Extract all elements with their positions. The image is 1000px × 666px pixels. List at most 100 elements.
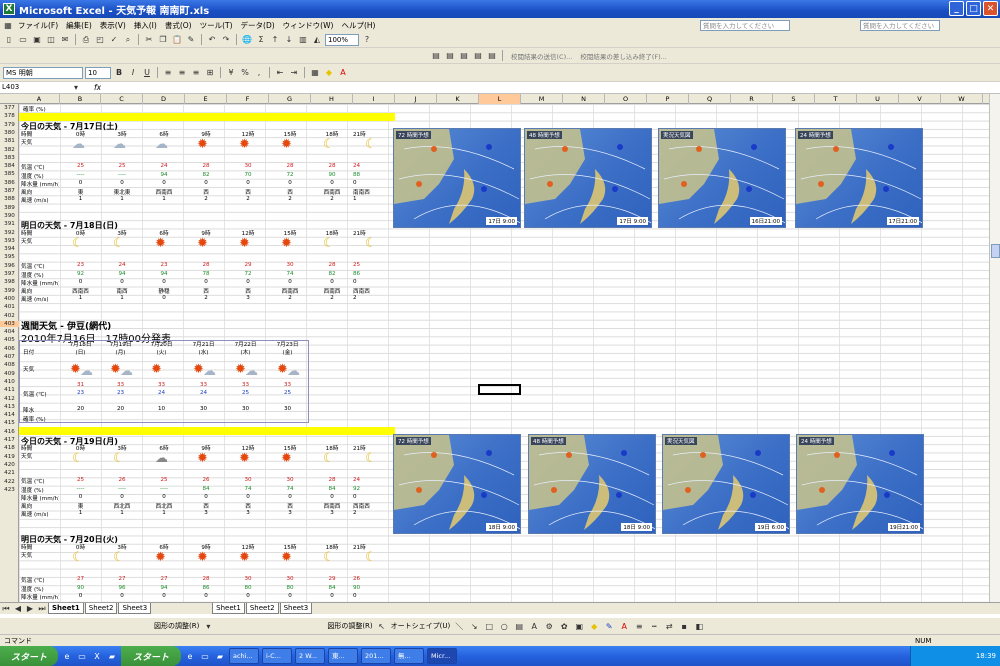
menu-insert[interactable]: 挿入(I): [130, 20, 161, 31]
font-color-icon[interactable]: A: [337, 67, 349, 79]
merge-center-icon[interactable]: ⊞: [204, 67, 216, 79]
row-header-405[interactable]: 405: [0, 337, 19, 343]
row-header-412[interactable]: 412: [0, 396, 19, 402]
row-header-399[interactable]: 399: [0, 288, 19, 294]
row-header-421[interactable]: 421: [0, 470, 19, 476]
row-header-386[interactable]: 386: [0, 180, 19, 186]
draw-arrow-icon[interactable]: ▾: [202, 620, 214, 632]
name-box-dropdown-icon[interactable]: ▾: [70, 82, 82, 93]
task-button-excel[interactable]: Micr...: [427, 648, 457, 664]
end-review-link[interactable]: 校閲結果の差し込み終了(F)...: [580, 51, 667, 61]
align-left-icon[interactable]: ≡: [162, 67, 174, 79]
autoshape-menu[interactable]: オートシェイプ(U): [391, 621, 451, 631]
col-header-a[interactable]: A: [19, 94, 60, 104]
scroll-thumb[interactable]: [991, 244, 1000, 258]
minimize-button[interactable]: _: [949, 1, 964, 16]
col-header-r[interactable]: R: [731, 94, 773, 104]
menu-edit[interactable]: 編集(E): [62, 20, 96, 31]
tab-sheet1[interactable]: Sheet1: [48, 603, 84, 614]
arrow-style-icon[interactable]: ⇄: [663, 620, 675, 632]
row-header-419[interactable]: 419: [0, 454, 19, 460]
indent-icon[interactable]: ⇤: [274, 67, 286, 79]
row-header-385[interactable]: 385: [0, 171, 19, 177]
row-header-397[interactable]: 397: [0, 271, 19, 277]
hyperlink-icon[interactable]: 🌐: [241, 34, 253, 46]
tab-first-icon[interactable]: ⏮: [0, 603, 12, 614]
menu-help[interactable]: ヘルプ(H): [337, 20, 379, 31]
row-header-408[interactable]: 408: [0, 362, 19, 368]
dash-style-icon[interactable]: ┅: [648, 620, 660, 632]
col-header-q[interactable]: Q: [689, 94, 731, 104]
tab-prev-icon[interactable]: ◀: [12, 603, 24, 614]
align-center-icon[interactable]: ≡: [176, 67, 188, 79]
paste-icon[interactable]: 📋: [171, 34, 183, 46]
task-button-5[interactable]: 201...: [361, 648, 391, 664]
row-header-404[interactable]: 404: [0, 329, 19, 335]
save-icon[interactable]: ▣: [31, 34, 43, 46]
row-header-384[interactable]: 384: [0, 163, 19, 169]
ie-quicklaunch-icon[interactable]: e: [61, 650, 73, 662]
chart-icon[interactable]: ▥: [297, 34, 309, 46]
line-color-icon[interactable]: ✎: [603, 620, 615, 632]
tab-sheet2-b[interactable]: Sheet2: [245, 603, 279, 614]
send-review-link[interactable]: 校閲結果の送信(C)...: [511, 51, 572, 61]
task-button-2[interactable]: i-C...: [262, 648, 292, 664]
row-header-389[interactable]: 389: [0, 205, 19, 211]
sort-desc-icon[interactable]: ↓: [283, 34, 295, 46]
oval-icon[interactable]: ○: [498, 620, 510, 632]
line-icon[interactable]: ＼: [453, 620, 465, 632]
task-button-3[interactable]: 2 W...: [295, 648, 325, 664]
name-box[interactable]: L403: [0, 82, 70, 93]
row-header-411[interactable]: 411: [0, 387, 19, 393]
font-size-select[interactable]: 10: [85, 66, 111, 79]
row-header-422[interactable]: 422: [0, 479, 19, 485]
col-header-w[interactable]: W: [941, 94, 983, 104]
fill-color-icon[interactable]: ◆: [323, 67, 335, 79]
spell-icon[interactable]: ✓: [108, 34, 120, 46]
tab-sheet2[interactable]: Sheet2: [84, 603, 118, 614]
border-icon[interactable]: ▦: [309, 67, 321, 79]
desktop-quicklaunch-icon-2[interactable]: ▭: [199, 650, 211, 662]
col-header-h[interactable]: H: [311, 94, 353, 104]
select-objects-icon[interactable]: ↖: [376, 620, 388, 632]
help-icon[interactable]: ?: [361, 34, 373, 46]
menu-data[interactable]: データ(D): [237, 20, 279, 31]
row-header-383[interactable]: 383: [0, 155, 19, 161]
row-header-410[interactable]: 410: [0, 379, 19, 385]
row-header-418[interactable]: 418: [0, 445, 19, 451]
row-header-407[interactable]: 407: [0, 354, 19, 360]
close-button[interactable]: ✕: [983, 1, 998, 16]
row-header-382[interactable]: 382: [0, 147, 19, 153]
vertical-scrollbar[interactable]: [989, 94, 1000, 602]
sort-asc-icon[interactable]: ↑: [269, 34, 281, 46]
col-header-f[interactable]: F: [227, 94, 269, 104]
menu-window[interactable]: ウィンドウ(W): [279, 20, 338, 31]
col-header-u[interactable]: U: [857, 94, 899, 104]
col-header-v[interactable]: V: [899, 94, 941, 104]
title-bar[interactable]: X Microsoft Excel - 天気予報 南南町.xls _ □ ✕: [0, 0, 1000, 18]
row-header-400[interactable]: 400: [0, 296, 19, 302]
research-icon[interactable]: ⌕: [122, 34, 134, 46]
row-header-403[interactable]: 403: [0, 320, 19, 327]
open-icon[interactable]: ▭: [17, 34, 29, 46]
zoom-select[interactable]: 100%: [325, 33, 359, 46]
row-header-394[interactable]: 394: [0, 246, 19, 252]
row-header-380[interactable]: 380: [0, 130, 19, 136]
menu-view[interactable]: 表示(V): [96, 20, 130, 31]
tab-sheet1-b[interactable]: Sheet1: [212, 603, 245, 614]
col-header-o[interactable]: O: [605, 94, 647, 104]
col-header-s[interactable]: S: [773, 94, 815, 104]
font-select[interactable]: MS 明朝: [3, 66, 83, 79]
col-header-m[interactable]: M: [521, 94, 563, 104]
row-header-402[interactable]: 402: [0, 313, 19, 319]
currency-icon[interactable]: ¥: [225, 67, 237, 79]
col-header-j[interactable]: J: [395, 94, 437, 104]
col-header-n[interactable]: N: [563, 94, 605, 104]
drawing-icon[interactable]: ◭: [311, 34, 323, 46]
worksheet-grid[interactable]: 377 378 379 380 381 382 383 384 385 386 387 388 389 3…: [0, 104, 1000, 602]
row-header-420[interactable]: 420: [0, 462, 19, 468]
task-button-6[interactable]: 無...: [394, 648, 424, 664]
row-header-417[interactable]: 417: [0, 437, 19, 443]
arrow-icon[interactable]: ↘: [468, 620, 480, 632]
review-icon-2[interactable]: ▤: [444, 50, 456, 62]
